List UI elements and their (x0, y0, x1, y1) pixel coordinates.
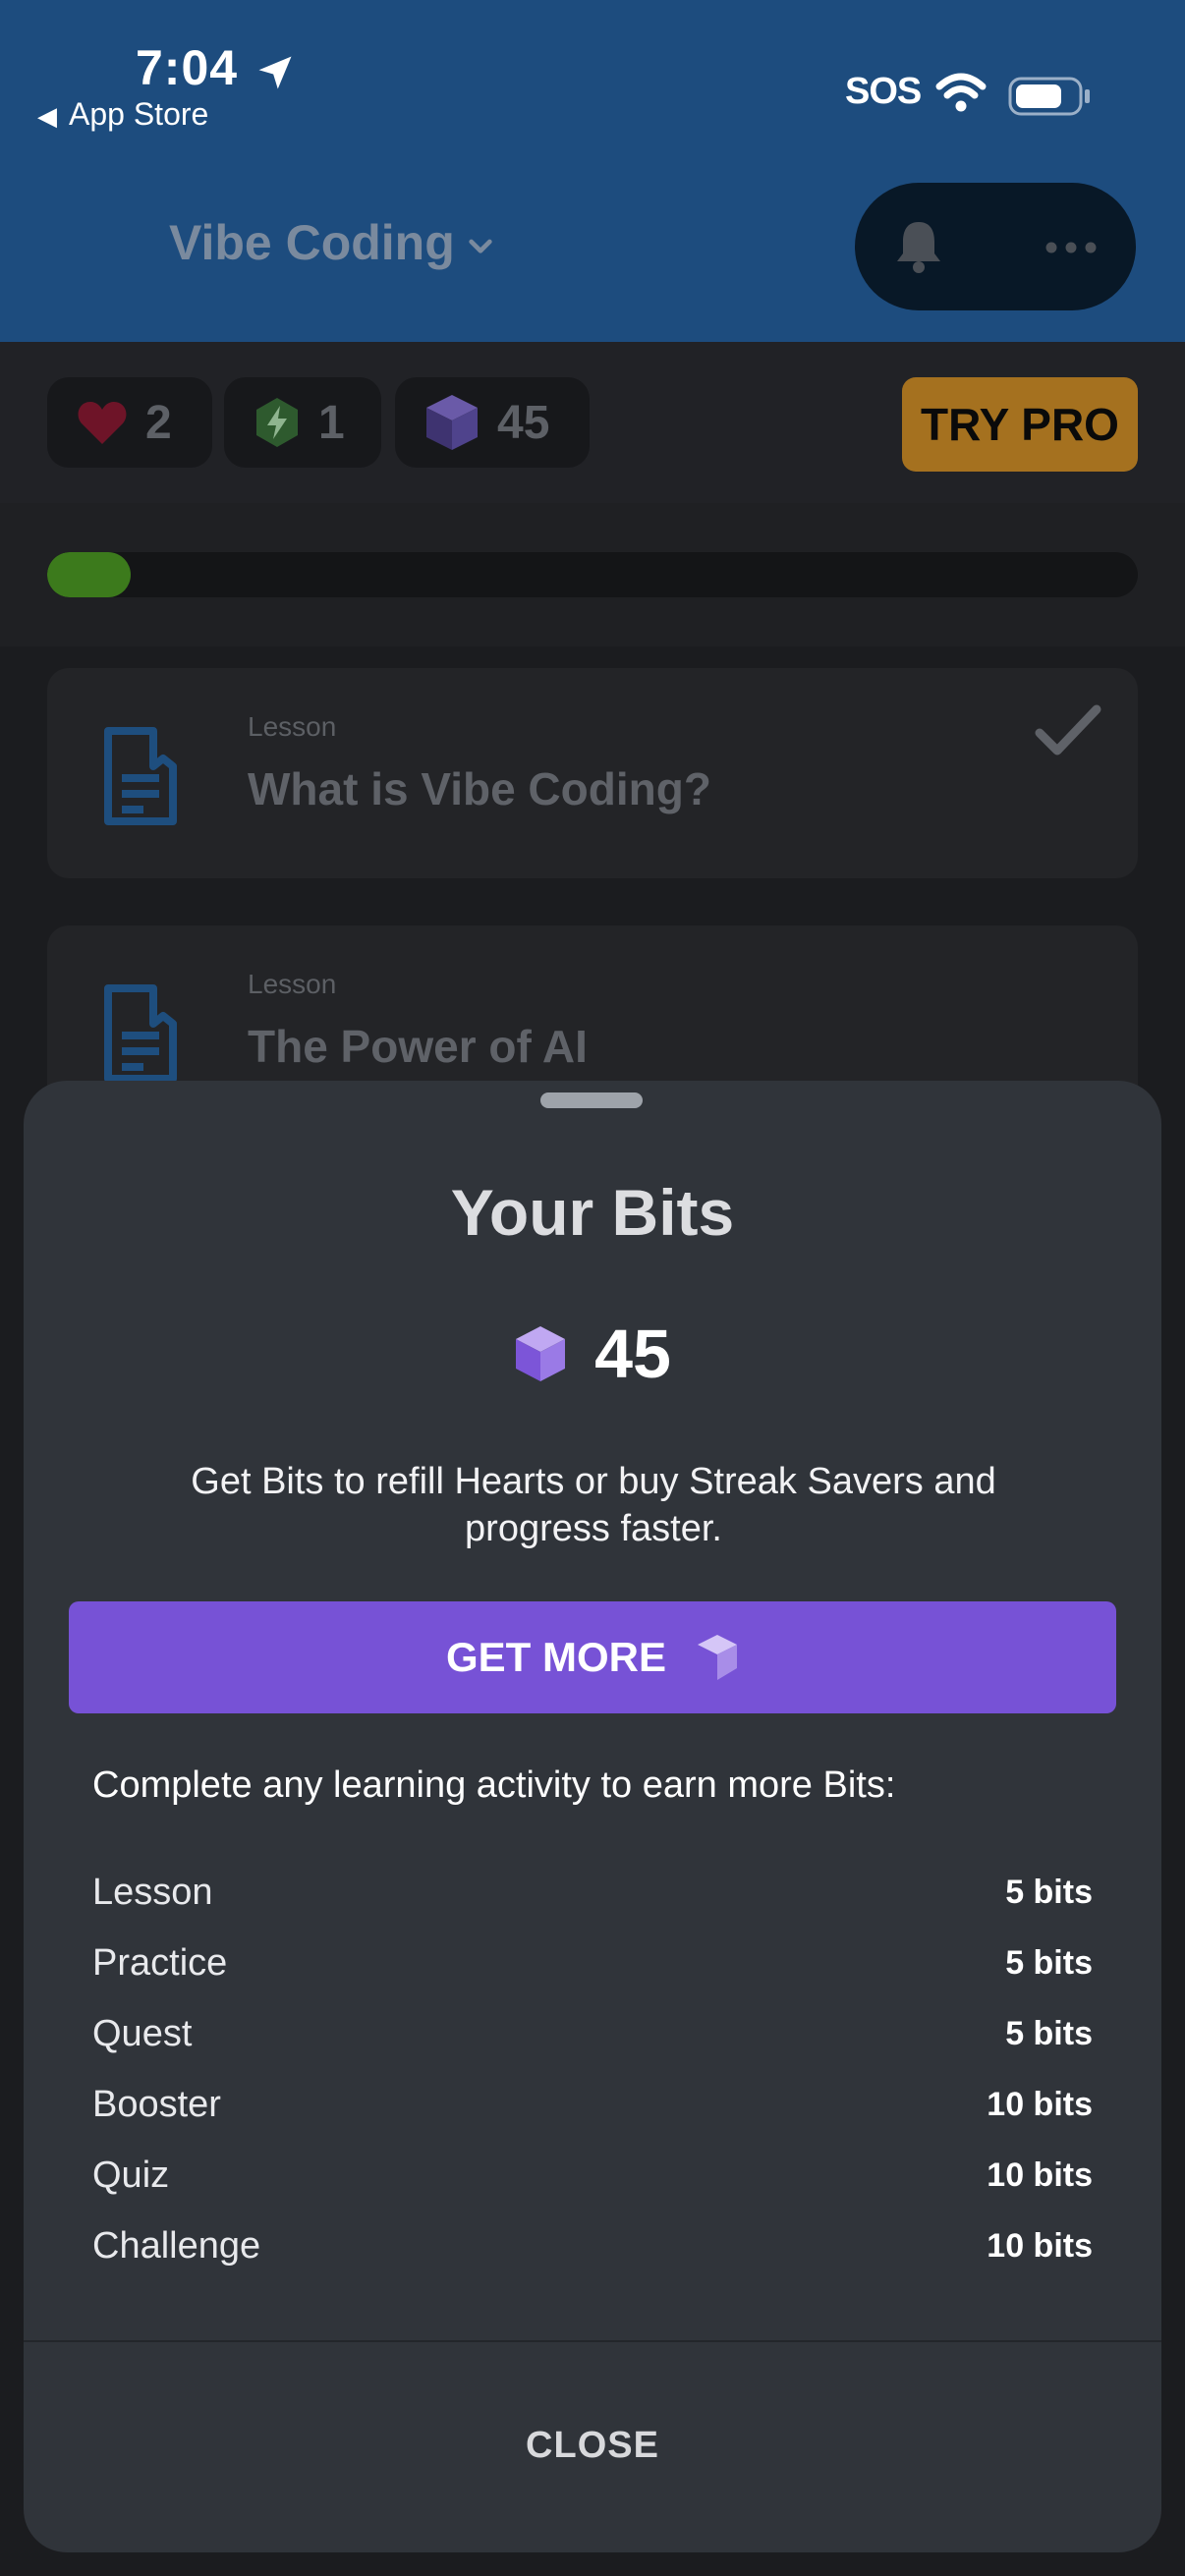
back-to-app-store-link[interactable]: ◀ App Store (37, 96, 208, 133)
lesson-icon (104, 727, 177, 825)
reward-row: Booster 10 bits (92, 2069, 1093, 2140)
location-arrow-icon (258, 56, 292, 89)
reward-value: 10 bits (987, 2156, 1093, 2194)
battery-icon (1008, 77, 1090, 116)
reward-value: 10 bits (987, 2226, 1093, 2265)
reward-name: Quiz (92, 2154, 170, 2196)
reward-row: Lesson 5 bits (92, 1857, 1093, 1928)
bit-cube-icon (516, 1326, 566, 1381)
lesson-title: What is Vibe Coding? (248, 763, 711, 814)
hearts-count: 2 (145, 396, 172, 449)
back-label: App Store (69, 96, 209, 132)
reward-name: Lesson (92, 1871, 213, 1913)
progress-fill (47, 552, 132, 597)
close-button[interactable]: CLOSE (24, 2342, 1161, 2548)
status-time: 7:04 (136, 40, 239, 95)
chevron-down-icon (469, 239, 492, 253)
reward-value: 5 bits (1005, 1943, 1093, 1982)
reward-name: Practice (92, 1941, 228, 1984)
lesson-kicker: Lesson (248, 969, 337, 999)
bits-count: 45 (497, 396, 550, 449)
sheet-title: Your Bits (450, 1176, 735, 1249)
wifi-icon (935, 73, 987, 112)
reward-row: Quiz 10 bits (92, 2140, 1093, 2211)
lesson-kicker: Lesson (248, 711, 337, 742)
bell-icon[interactable] (894, 218, 943, 275)
bits-counter[interactable]: 45 (395, 377, 590, 468)
bit-cube-icon (426, 395, 478, 450)
reward-row: Challenge 10 bits (92, 2211, 1093, 2281)
get-more-label: GET MORE (445, 1634, 666, 1680)
lesson-card[interactable]: Lesson What is Vibe Coding? (47, 668, 1138, 878)
reward-name: Booster (92, 2083, 221, 2125)
try-pro-button[interactable]: TRY PRO (902, 377, 1138, 472)
reward-row: Quest 5 bits (92, 1998, 1093, 2069)
energy-count: 1 (318, 396, 345, 449)
course-title: Vibe Coding (169, 215, 455, 270)
reward-value: 5 bits (1005, 2014, 1093, 2052)
app-header: 7:04 ◀ App Store SOS Vibe Coding (0, 0, 1185, 342)
course-progress-bar (47, 552, 1138, 597)
get-more-button[interactable]: GET MORE (69, 1601, 1116, 1713)
hearts-counter[interactable]: 2 (47, 377, 212, 468)
heart-icon (78, 402, 127, 444)
energy-icon (256, 398, 298, 447)
rewards-list: Lesson 5 bits Practice 5 bits Quest 5 bi… (92, 1857, 1093, 2281)
bits-balance: 45 (24, 1315, 1161, 1393)
sheet-description: Get Bits to refill Hearts or buy Streak … (191, 1461, 996, 1549)
earn-intro-text: Complete any learning activity to earn m… (92, 1764, 896, 1806)
more-icon[interactable] (1044, 240, 1099, 255)
sheet-grabber[interactable] (540, 1092, 643, 1108)
checkmark-icon (1035, 704, 1101, 756)
your-bits-sheet: Your Bits 45 Get Bits to refill Hearts o… (24, 1081, 1161, 2552)
bit-cube-icon (698, 1635, 737, 1680)
reward-value: 5 bits (1005, 1873, 1093, 1911)
sos-indicator: SOS (845, 71, 922, 112)
reward-name: Challenge (92, 2224, 261, 2267)
back-triangle-icon: ◀ (37, 101, 57, 131)
reward-name: Quest (92, 2012, 193, 2054)
energy-counter[interactable]: 1 (224, 377, 381, 468)
lesson-title: The Power of AI (248, 1021, 588, 1072)
bits-balance-value: 45 (594, 1316, 671, 1392)
lesson-icon (104, 984, 177, 1083)
reward-value: 10 bits (987, 2085, 1093, 2123)
reward-row: Practice 5 bits (92, 1928, 1093, 1998)
course-selector[interactable]: Vibe Coding (169, 214, 496, 271)
